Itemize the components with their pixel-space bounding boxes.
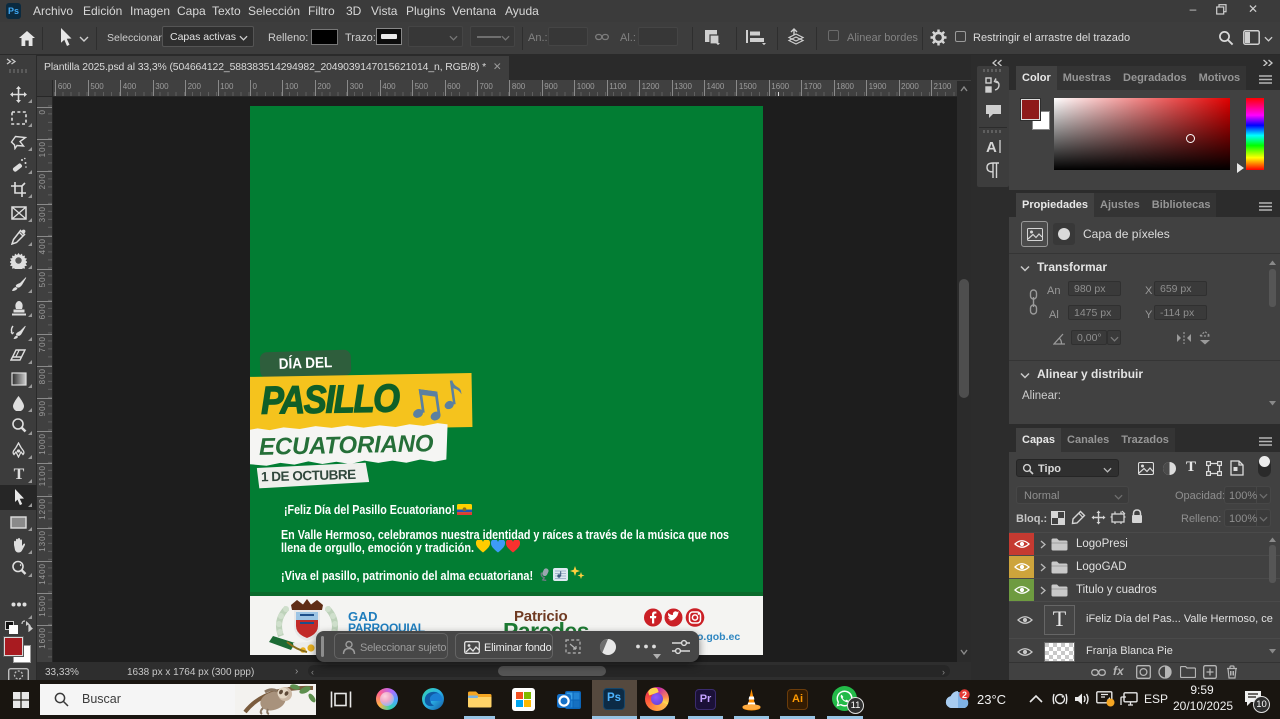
svg-text:T: T xyxy=(13,466,24,482)
svg-text:1 DE OCTUBRE: 1 DE OCTUBRE xyxy=(261,467,357,484)
svg-text:ECUATORIANO: ECUATORIANO xyxy=(259,430,434,461)
svg-text:A: A xyxy=(986,139,997,155)
svg-text:2: 2 xyxy=(962,690,967,700)
